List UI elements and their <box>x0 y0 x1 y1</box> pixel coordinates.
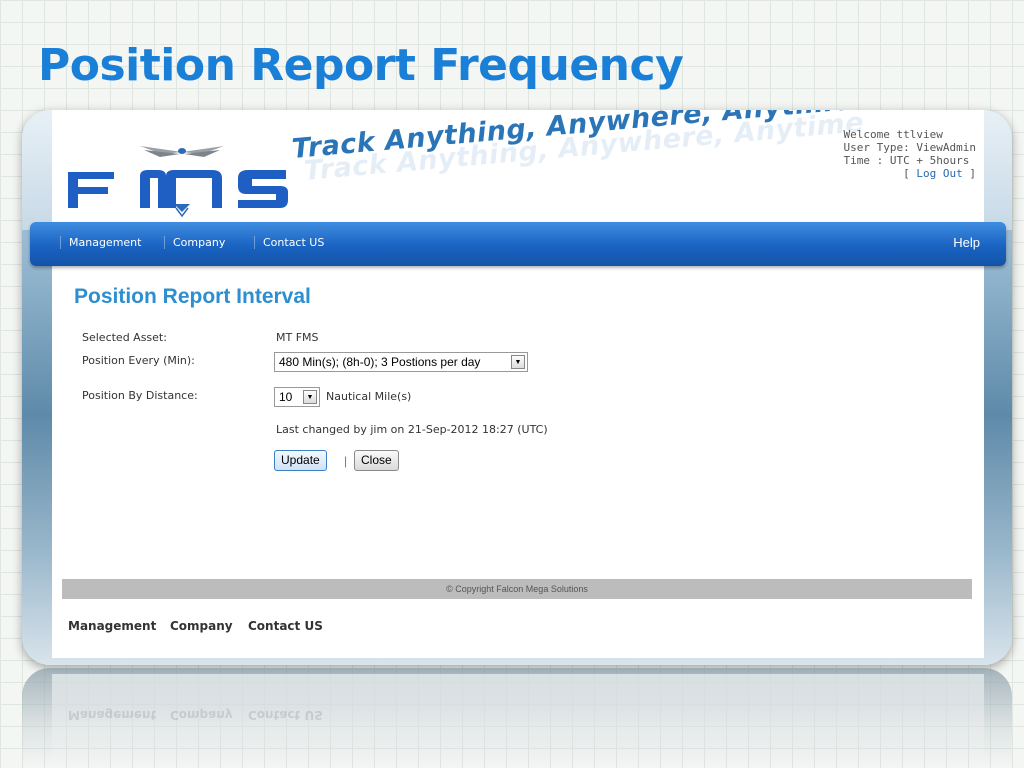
dropdown-arrow-icon[interactable]: ▼ <box>511 355 525 369</box>
logout-bracket-close: ] <box>969 167 976 180</box>
nav-item-contact-us[interactable]: Contact US <box>254 236 324 249</box>
logout-bracket-open: [ <box>903 167 910 180</box>
footer-link-management[interactable]: Management <box>68 619 156 633</box>
dropdown-arrow-icon[interactable]: ▼ <box>303 390 317 404</box>
logout-link[interactable]: Log Out <box>916 167 962 180</box>
reflection-text-management: Management <box>68 708 157 722</box>
position-every-value: 480 Min(s); (8h-0); 3 Postions per day <box>279 355 481 369</box>
copyright-bar: © Copyright Falcon Mega Solutions <box>62 579 972 599</box>
reflection-text-company: Company <box>170 708 233 722</box>
screenshot-reflection: Management Company Contact US <box>22 668 1012 768</box>
button-separator: | <box>344 454 348 468</box>
welcome-text: Welcome ttlview <box>843 128 943 141</box>
main-nav-bar: Management Company Contact US Help <box>30 222 1006 266</box>
last-changed-text: Last changed by jim on 21-Sep-2012 18:27… <box>276 423 548 436</box>
slide-title: Position Report Frequency <box>38 40 684 91</box>
logout-wrapper: [ Log Out ] <box>844 167 976 180</box>
nav-item-management[interactable]: Management <box>60 236 141 249</box>
time-zone-text: Time : UTC + 5hours <box>843 154 970 167</box>
app-header: Track Anything, Anywhere, Anytime Track … <box>52 110 984 222</box>
footer-link-company[interactable]: Company <box>170 619 233 633</box>
position-by-distance-value: 10 <box>279 390 293 404</box>
fms-logo <box>68 146 288 217</box>
content-title: Position Report Interval <box>74 285 311 308</box>
reflection-text-contact-us: Contact US <box>248 708 323 722</box>
eagle-icon <box>140 146 224 217</box>
footer-link-contact-us[interactable]: Contact US <box>248 619 323 633</box>
update-button[interactable]: Update <box>274 450 327 471</box>
distance-unit-label: Nautical Mile(s) <box>326 390 412 403</box>
selected-asset-label: Selected Asset: <box>82 331 167 344</box>
nav-item-help[interactable]: Help <box>953 235 980 250</box>
close-button[interactable]: Close <box>354 450 399 471</box>
selected-asset-value: MT FMS <box>276 331 319 344</box>
nav-item-company[interactable]: Company <box>164 236 225 249</box>
user-info: Welcome ttlview User Type: ViewAdmin Tim… <box>844 128 976 180</box>
fms-app-window: Track Anything, Anywhere, Anytime Track … <box>30 110 1006 658</box>
position-every-label: Position Every (Min): <box>82 354 195 367</box>
screenshot-frame: Track Anything, Anywhere, Anytime Track … <box>22 110 1012 665</box>
position-every-select[interactable]: 480 Min(s); (8h-0); 3 Postions per day ▼ <box>274 352 528 372</box>
reflection-inner: Management Company Contact US <box>52 674 984 768</box>
user-type-text: User Type: ViewAdmin <box>843 141 976 154</box>
position-by-distance-select[interactable]: 10 ▼ <box>274 387 320 407</box>
position-by-distance-label: Position By Distance: <box>82 389 198 402</box>
